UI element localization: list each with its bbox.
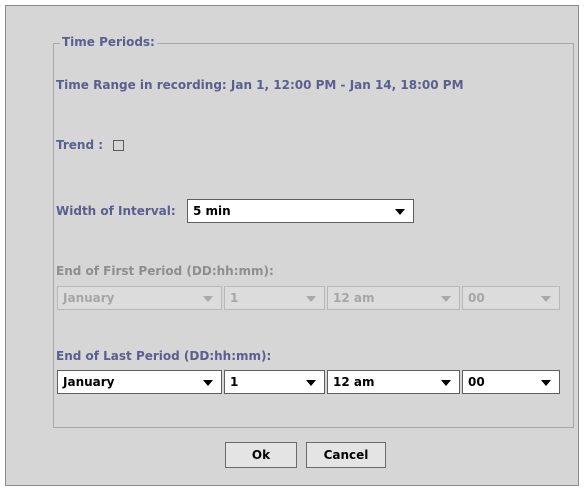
last-period-month-value: January (63, 375, 115, 389)
first-period-minute-value: 00 (468, 291, 485, 305)
first-period-label: End of First Period (DD:hh:mm): (56, 264, 274, 278)
chevron-down-icon (203, 296, 213, 302)
first-period-month-value: January (63, 291, 115, 305)
width-of-interval-dropdown[interactable]: 5 min (187, 199, 414, 223)
time-periods-dialog: Time Periods: Time Range in recording: J… (5, 5, 579, 486)
chevron-down-icon (306, 380, 316, 386)
last-period-minute-dropdown[interactable]: 00 (462, 370, 560, 394)
width-of-interval-label: Width of Interval: (56, 204, 176, 218)
last-period-hour-dropdown[interactable]: 12 am (327, 370, 460, 394)
chevron-down-icon (541, 296, 551, 302)
first-period-hour-value: 12 am (333, 291, 375, 305)
last-period-month-dropdown[interactable]: January (57, 370, 222, 394)
trend-checkbox[interactable] (113, 140, 124, 151)
first-period-month-dropdown[interactable]: January (57, 286, 222, 310)
last-period-hour-value: 12 am (333, 375, 375, 389)
group-title: Time Periods: (60, 35, 157, 49)
width-of-interval-value: 5 min (193, 204, 231, 218)
last-period-label: End of Last Period (DD:hh:mm): (56, 349, 272, 363)
last-period-minute-value: 00 (468, 375, 485, 389)
chevron-down-icon (203, 380, 213, 386)
ok-button[interactable]: Ok (225, 442, 297, 468)
chevron-down-icon (441, 380, 451, 386)
cancel-button[interactable]: Cancel (306, 442, 386, 468)
first-period-hour-dropdown[interactable]: 12 am (327, 286, 460, 310)
time-range-text: Time Range in recording: Jan 1, 12:00 PM… (56, 78, 464, 92)
first-period-day-dropdown[interactable]: 1 (224, 286, 325, 310)
chevron-down-icon (441, 296, 451, 302)
first-period-day-value: 1 (230, 291, 239, 305)
last-period-day-dropdown[interactable]: 1 (224, 370, 325, 394)
first-period-minute-dropdown[interactable]: 00 (462, 286, 560, 310)
chevron-down-icon (306, 296, 316, 302)
trend-label: Trend : (56, 138, 104, 152)
chevron-down-icon (395, 209, 405, 215)
last-period-day-value: 1 (230, 375, 239, 389)
chevron-down-icon (541, 380, 551, 386)
